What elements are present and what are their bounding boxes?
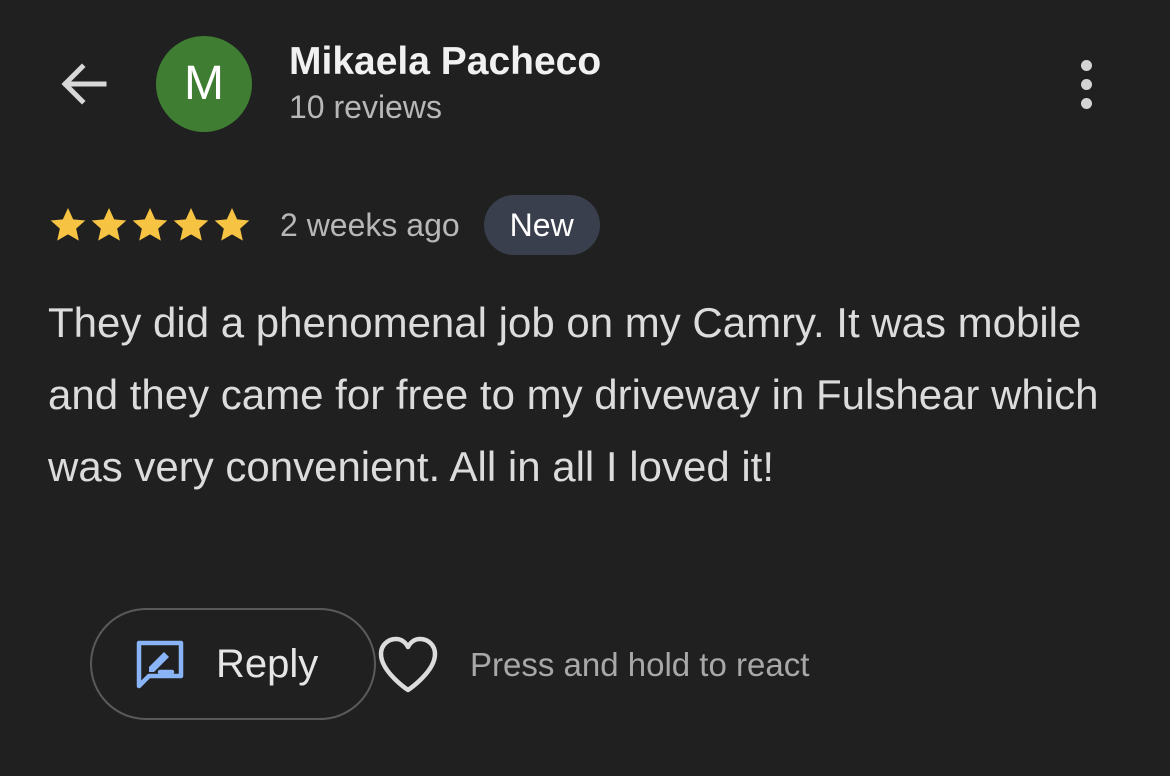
star-rating xyxy=(48,205,252,245)
review-count: 10 reviews xyxy=(289,89,442,125)
reply-label: Reply xyxy=(216,641,319,686)
review-time: 2 weeks ago xyxy=(280,206,460,243)
more-options-button[interactable] xyxy=(1064,56,1108,112)
more-vertical-icon-dot xyxy=(1080,59,1092,71)
review-text: They did a phenomenal job on my Camry. I… xyxy=(48,299,1099,490)
more-vertical-icon-dot xyxy=(1080,78,1092,90)
back-button[interactable] xyxy=(54,56,114,112)
star-icon xyxy=(173,208,209,241)
star-icon xyxy=(91,208,127,241)
react-hint: Press and hold to react xyxy=(470,646,810,683)
reviewer-name[interactable]: Mikaela Pacheco xyxy=(289,40,601,84)
avatar[interactable]: M xyxy=(156,36,252,132)
star-icon xyxy=(132,208,168,241)
reply-edit-icon xyxy=(136,640,184,689)
rating-row: 2 weeks ago New xyxy=(48,194,600,256)
star-icon xyxy=(214,208,250,241)
new-badge: New xyxy=(483,195,600,255)
heart-outline-icon[interactable] xyxy=(376,634,440,696)
arrow-left-icon xyxy=(61,63,107,105)
more-vertical-icon-dot xyxy=(1080,97,1092,109)
reply-button[interactable]: Reply xyxy=(90,608,376,720)
star-icon xyxy=(50,208,86,241)
